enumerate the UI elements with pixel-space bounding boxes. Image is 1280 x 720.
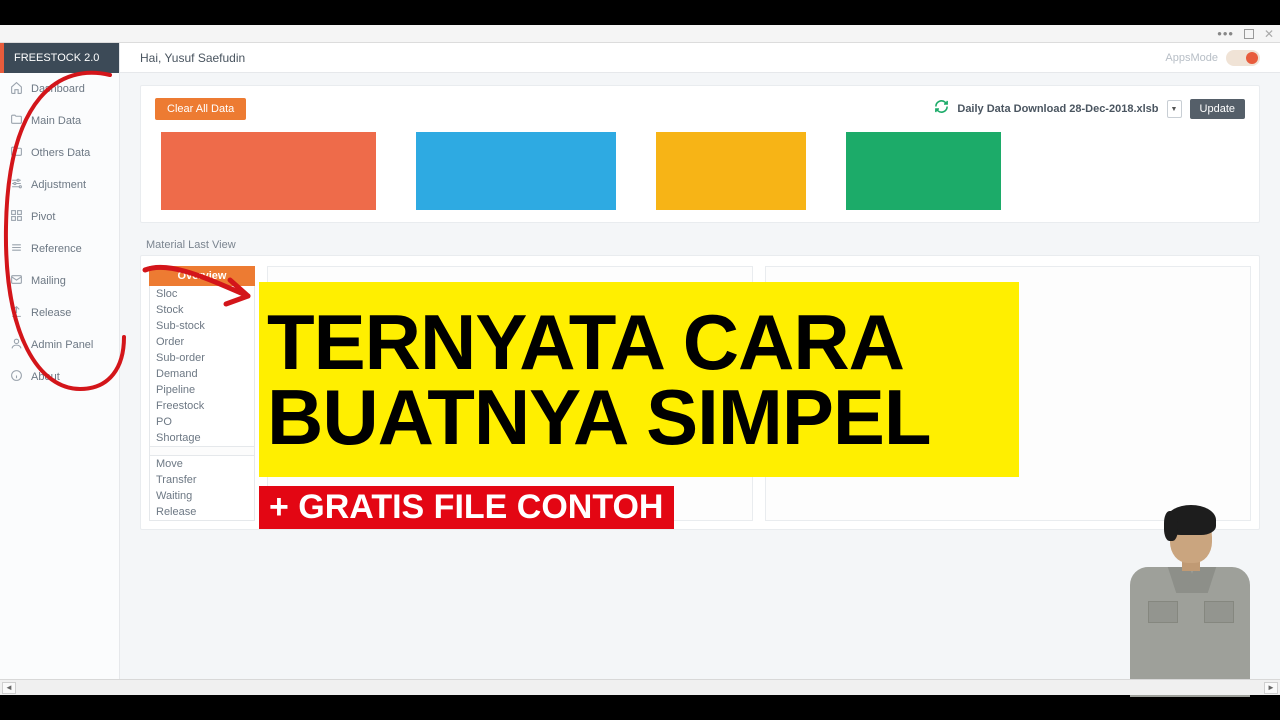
sidebar-item-main-data[interactable]: Main Data [0, 105, 119, 137]
sidebar-item-label: Mailing [31, 275, 66, 287]
overlay-subheadline: + GRATIS FILE CONTOH [259, 486, 674, 529]
greeting-text: Hai, Yusuf Saefudin [140, 51, 245, 65]
ov-item-suborder[interactable]: Sub-order [150, 350, 254, 366]
window-maximize-icon[interactable] [1244, 29, 1254, 39]
overlay-headline-line1: TERNYATA CARA [267, 305, 1011, 379]
window-menu-dots[interactable]: ••• [1217, 26, 1234, 41]
sidebar-item-label: Admin Panel [31, 339, 93, 351]
refresh-icon[interactable] [934, 99, 949, 119]
ov-item-release[interactable]: Release [150, 504, 254, 520]
window-titlebar: ••• ✕ [0, 25, 1280, 43]
presenter-figure [1100, 505, 1270, 695]
appsmode-toggle[interactable] [1226, 50, 1260, 66]
ov-item-substock[interactable]: Sub-stock [150, 318, 254, 334]
mail-icon [10, 273, 23, 289]
sidebar-item-label: Adjustment [31, 179, 86, 191]
topbar: Hai, Yusuf Saefudin AppsMode [120, 43, 1280, 73]
scroll-left-icon[interactable]: ◄ [2, 682, 16, 694]
sidebar-item-reference[interactable]: Reference [0, 233, 119, 265]
upload-icon [10, 305, 23, 321]
folder-icon [10, 113, 23, 129]
sidebar-item-label: Pivot [31, 211, 55, 223]
info-icon [10, 369, 23, 385]
brand-title: FREESTOCK 2.0 [0, 43, 119, 73]
sidebar-item-adjustment[interactable]: Adjustment [0, 169, 119, 201]
folder-icon [10, 145, 23, 161]
tile-orange[interactable] [161, 132, 376, 210]
sidebar-item-mailing[interactable]: Mailing [0, 265, 119, 297]
sidebar-item-admin-panel[interactable]: Admin Panel [0, 329, 119, 361]
ov-item-shortage[interactable]: Shortage [150, 430, 254, 446]
sidebar-item-label: Others Data [31, 147, 90, 159]
summary-card: Clear All Data Daily Data Download 28-De… [140, 85, 1260, 223]
update-button[interactable]: Update [1190, 99, 1245, 119]
sidebar-item-label: Release [31, 307, 71, 319]
overlay-headline: TERNYATA CARA BUATNYA SIMPEL [259, 282, 1019, 477]
ov-item-stock[interactable]: Stock [150, 302, 254, 318]
ov-item-transfer[interactable]: Transfer [150, 472, 254, 488]
ov-item-freestock[interactable]: Freestock [150, 398, 254, 414]
sidebar-item-label: Main Data [31, 115, 81, 127]
ov-item-pipeline[interactable]: Pipeline [150, 382, 254, 398]
sidebar-item-label: Reference [31, 243, 82, 255]
ov-item-po[interactable]: PO [150, 414, 254, 430]
sidebar-item-others-data[interactable]: Others Data [0, 137, 119, 169]
sidebar-item-label: About [31, 371, 60, 383]
sidebar-item-dashboard[interactable]: Dashboard [0, 73, 119, 105]
home-icon [10, 81, 23, 97]
sidebar-item-release[interactable]: Release [0, 297, 119, 329]
download-filename: Daily Data Download 28-Dec-2018.xlsb [957, 103, 1158, 115]
clear-all-button[interactable]: Clear All Data [155, 98, 246, 120]
tile-green[interactable] [846, 132, 1001, 210]
appsmode-label: AppsMode [1165, 52, 1218, 64]
tile-blue[interactable] [416, 132, 616, 210]
window-close-icon[interactable]: ✕ [1264, 27, 1274, 41]
ov-item-move[interactable]: Move [150, 456, 254, 472]
sidebar-item-label: Dashboard [31, 83, 85, 95]
section-label: Material Last View [146, 239, 1260, 251]
sidebar-item-pivot[interactable]: Pivot [0, 201, 119, 233]
sidebar: FREESTOCK 2.0 Dashboard Main Data Others… [0, 43, 120, 679]
ov-item-waiting[interactable]: Waiting [150, 488, 254, 504]
sidebar-item-about[interactable]: About [0, 361, 119, 393]
summary-tiles [155, 132, 1245, 210]
overview-list: Sloc Stock Sub-stock Order Sub-order Dem… [149, 286, 255, 521]
overlay-headline-line2: BUATNYA SIMPEL [267, 380, 1011, 454]
scroll-right-icon[interactable]: ► [1264, 682, 1278, 694]
sliders-icon [10, 177, 23, 193]
overview-header: Overview [149, 266, 255, 286]
ov-item-demand[interactable]: Demand [150, 366, 254, 382]
ov-item-order[interactable]: Order [150, 334, 254, 350]
tile-yellow[interactable] [656, 132, 806, 210]
dropdown-caret[interactable]: ▼ [1167, 100, 1182, 118]
grid-icon [10, 209, 23, 225]
ov-item-sloc[interactable]: Sloc [150, 286, 254, 302]
user-icon [10, 337, 23, 353]
sliders-icon [10, 241, 23, 257]
horizontal-scrollbar[interactable]: ◄ ► [0, 679, 1280, 695]
